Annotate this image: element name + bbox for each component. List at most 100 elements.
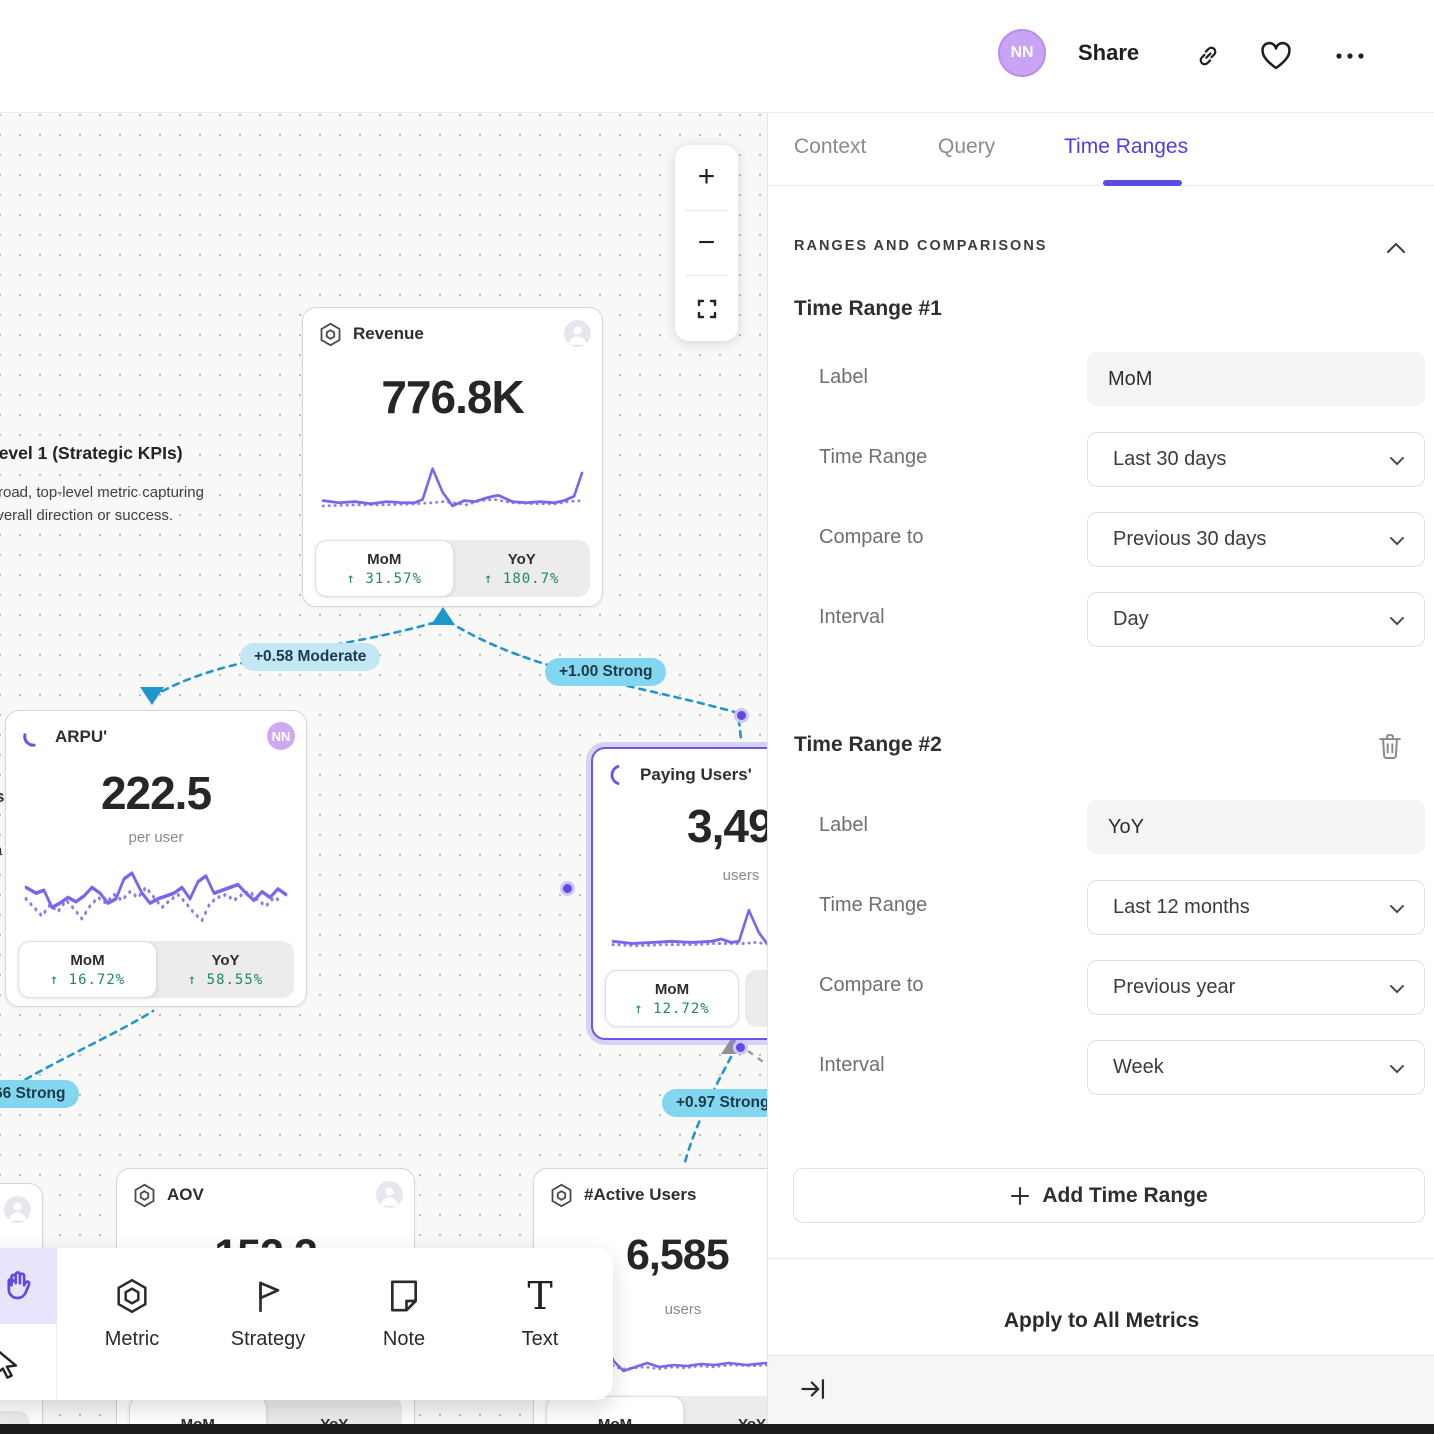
connection-handle[interactable] [560, 881, 575, 896]
connection-handle[interactable] [734, 708, 749, 723]
owner-avatar-icon[interactable] [4, 1196, 31, 1223]
field-label: Interval [819, 606, 885, 629]
time-range-select-tr2[interactable]: Last 12 months [1087, 880, 1425, 935]
interval-select-tr1[interactable]: Day [1087, 592, 1425, 647]
bottom-edge-bar [0, 1424, 1434, 1434]
mom-pill[interactable]: MoM [129, 1396, 267, 1424]
add-time-range-button[interactable]: Add Time Range [793, 1168, 1425, 1223]
pill-label: MoM [655, 981, 689, 998]
pill-value: ↑ 12.72% [634, 1001, 709, 1017]
tab-context[interactable]: Context [794, 135, 866, 159]
canvas-zoom-controls: + − [675, 145, 738, 341]
zoom-in-button[interactable]: + [675, 145, 738, 210]
mom-pill[interactable]: MoM ↑ 31.57% [315, 540, 454, 597]
collapse-section-icon[interactable] [1386, 241, 1406, 259]
pill-label: MoM [367, 551, 401, 568]
top-header: NN Share [0, 0, 1434, 113]
owner-avatar-icon[interactable] [564, 320, 591, 347]
yoy-pill[interactable]: YoY [267, 1396, 403, 1424]
chevron-down-icon [1389, 1064, 1405, 1074]
interval-select-tr2[interactable]: Week [1087, 1040, 1425, 1095]
field-label: Time Range [819, 446, 927, 469]
arrowhead-into-revenue [431, 607, 455, 625]
chevron-down-icon [1389, 456, 1405, 466]
fit-view-button[interactable] [675, 276, 738, 341]
yoy-pill[interactable]: YoY [684, 1396, 767, 1424]
metric-tree-canvas[interactable]: Level 1 (Strategic KPIs) Broad, top-leve… [0, 113, 767, 1424]
correlation-badge[interactable]: +0.97 Strong [662, 1089, 767, 1117]
time-range-select-tr1[interactable]: Last 30 days [1087, 432, 1425, 487]
mom-pill[interactable]: MoM ↑ 16.72% [18, 941, 157, 998]
metric-value: 3,49 [593, 799, 767, 853]
loading-arc-icon [607, 762, 631, 788]
mom-pill[interactable]: MoM ↑ 12.72% [605, 970, 739, 1027]
delete-time-range-icon[interactable] [1376, 731, 1406, 763]
correlation-badge[interactable]: +1.00 Strong [545, 658, 666, 686]
sparkline-chart [607, 897, 767, 959]
yoy-pill[interactable] [745, 970, 767, 1027]
loading-arc-icon [20, 724, 46, 750]
pill-label: MoM [70, 952, 104, 969]
card-header: Revenue [303, 308, 602, 360]
connection-handle[interactable] [733, 1040, 748, 1055]
more-menu-icon[interactable] [1334, 40, 1366, 72]
card-title: Revenue [353, 324, 424, 344]
note-icon [384, 1274, 424, 1318]
tab-query[interactable]: Query [938, 135, 995, 159]
metric-card-paying-users[interactable]: Paying Users' 3,49 users MoM ↑ 12.72% [591, 747, 767, 1040]
card-title: AOV [167, 1185, 204, 1205]
pill-label: MoM [181, 1416, 215, 1424]
yoy-pill[interactable]: YoY ↑ 58.55% [157, 941, 294, 998]
share-button[interactable]: Share [1078, 40, 1139, 66]
add-note-button[interactable]: Note [346, 1248, 462, 1400]
pill-label: YoY [738, 1416, 766, 1424]
apply-to-all-metrics-button[interactable]: Apply to All Metrics [768, 1309, 1434, 1333]
field-label: Compare to [819, 974, 924, 997]
mom-pill[interactable]: MoM [546, 1396, 684, 1424]
level-annotation-line2: overall direction or success. [0, 507, 173, 524]
select-tool-button[interactable] [0, 1324, 57, 1400]
add-text-button[interactable]: T Text [482, 1248, 598, 1400]
zoom-out-button[interactable]: − [675, 211, 738, 276]
hand-tool-button[interactable] [0, 1248, 57, 1324]
user-avatar[interactable]: NN [998, 29, 1046, 77]
field-label: Compare to [819, 526, 924, 549]
favorite-heart-icon[interactable] [1260, 40, 1292, 72]
pill-value: ↑ 58.55% [188, 972, 263, 988]
active-tab-indicator [1103, 180, 1182, 186]
compare-to-select-tr2[interactable]: Previous year [1087, 960, 1425, 1015]
sparkline-chart [317, 458, 588, 524]
label-input-tr1[interactable]: MoM [1087, 352, 1425, 406]
pill-label: YoY [320, 1416, 348, 1424]
add-strategy-button[interactable]: Strategy [210, 1248, 326, 1400]
correlation-badge[interactable]: 66 Strong [0, 1080, 79, 1108]
compare-to-select-tr1[interactable]: Previous 30 days [1087, 512, 1425, 567]
tab-time-ranges[interactable]: Time Ranges [1064, 135, 1188, 159]
yoy-pill[interactable]: YoY ↑ 180.7% [454, 540, 591, 597]
label-input-tr2[interactable]: YoY [1087, 800, 1425, 854]
collapse-panel-icon[interactable] [799, 1376, 827, 1407]
select-value: Day [1113, 608, 1149, 631]
correlation-badge[interactable]: +0.58 Moderate [240, 643, 380, 671]
metric-hexagon-icon [131, 1182, 158, 1209]
card-title: ARPU' [55, 727, 107, 747]
add-metric-button[interactable]: Metric [74, 1248, 190, 1400]
owner-avatar-icon[interactable] [376, 1181, 403, 1208]
panel-footer [768, 1355, 1434, 1424]
tool-label: Metric [105, 1328, 159, 1351]
app-window: NN Share Level 1 (Strategic KPI [0, 0, 1434, 1434]
pill-label: YoY [508, 551, 536, 568]
tool-mode-strip [0, 1248, 57, 1400]
field-label: Label [819, 814, 868, 837]
arrowhead-into-arpu [140, 687, 164, 705]
canvas-toolbar: Metric Strategy Note T Text [0, 1248, 613, 1400]
copy-link-icon[interactable] [1192, 40, 1224, 72]
input-value: MoM [1108, 368, 1152, 391]
metric-card-arpu[interactable]: ARPU' NN 222.5 per user MoM ↑ 16.72% YoY… [5, 710, 307, 1007]
tool-label: Strategy [231, 1328, 305, 1351]
metric-unit: users [593, 867, 767, 884]
metric-card-revenue[interactable]: Revenue 776.8K MoM ↑ 31.57% YoY ↑ 18 [302, 307, 603, 607]
time-range-toggle: MoM ↑ 31.57% YoY ↑ 180.7% [315, 540, 590, 597]
metric-unit: per user [6, 829, 306, 846]
chevron-down-icon [1389, 984, 1405, 994]
